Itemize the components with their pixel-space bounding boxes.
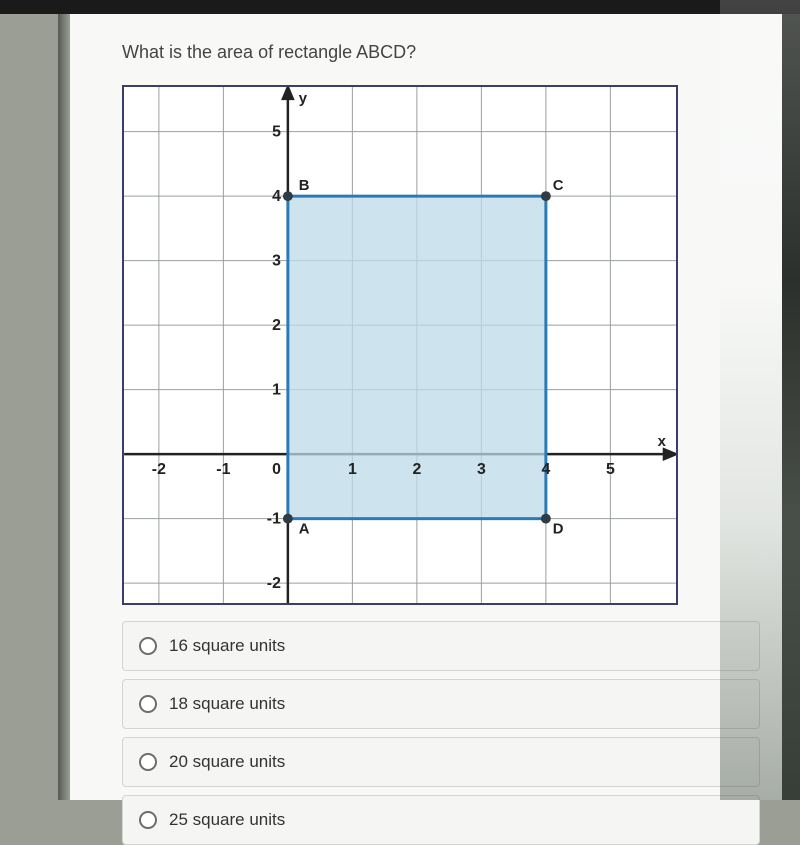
svg-text:D: D — [553, 522, 564, 538]
answer-label: 16 square units — [169, 636, 285, 656]
svg-text:2: 2 — [272, 317, 281, 334]
graph-svg: -2 -1 0 1 2 3 4 5 5 4 3 2 1 -1 -2 y x — [124, 87, 676, 603]
answer-label: 20 square units — [169, 752, 285, 772]
svg-text:1: 1 — [348, 461, 357, 478]
question-text: What is the area of rectangle ABCD? — [122, 42, 760, 63]
answer-list: 16 square units 18 square units 20 squar… — [122, 621, 760, 845]
answer-option-3[interactable]: 25 square units — [122, 795, 760, 845]
svg-text:0: 0 — [272, 461, 281, 478]
window-top-bar — [0, 0, 800, 14]
answer-option-0[interactable]: 16 square units — [122, 621, 760, 671]
svg-text:5: 5 — [272, 124, 281, 141]
svg-text:B: B — [299, 178, 310, 194]
svg-text:4: 4 — [272, 188, 281, 205]
radio-icon — [139, 811, 157, 829]
svg-text:5: 5 — [606, 461, 615, 478]
x-axis-label: x — [658, 434, 667, 450]
radio-icon — [139, 637, 157, 655]
svg-text:1: 1 — [272, 382, 281, 399]
svg-text:-2: -2 — [267, 575, 281, 592]
radio-icon — [139, 695, 157, 713]
svg-text:4: 4 — [541, 461, 550, 478]
left-shadow — [58, 14, 70, 800]
answer-label: 18 square units — [169, 694, 285, 714]
y-axis-label: y — [299, 91, 308, 107]
right-edge — [782, 14, 800, 800]
answer-label: 25 square units — [169, 810, 285, 830]
svg-text:3: 3 — [272, 253, 281, 270]
coordinate-graph: -2 -1 0 1 2 3 4 5 5 4 3 2 1 -1 -2 y x — [122, 85, 678, 605]
answer-option-1[interactable]: 18 square units — [122, 679, 760, 729]
radio-icon — [139, 753, 157, 771]
svg-text:C: C — [553, 178, 564, 194]
svg-text:-1: -1 — [267, 511, 281, 528]
svg-text:2: 2 — [412, 461, 421, 478]
content-panel: What is the area of rectangle ABCD? — [70, 14, 782, 800]
svg-text:-1: -1 — [216, 461, 230, 478]
svg-text:3: 3 — [477, 461, 486, 478]
svg-text:A: A — [299, 522, 310, 538]
answer-option-2[interactable]: 20 square units — [122, 737, 760, 787]
svg-text:-2: -2 — [152, 461, 166, 478]
